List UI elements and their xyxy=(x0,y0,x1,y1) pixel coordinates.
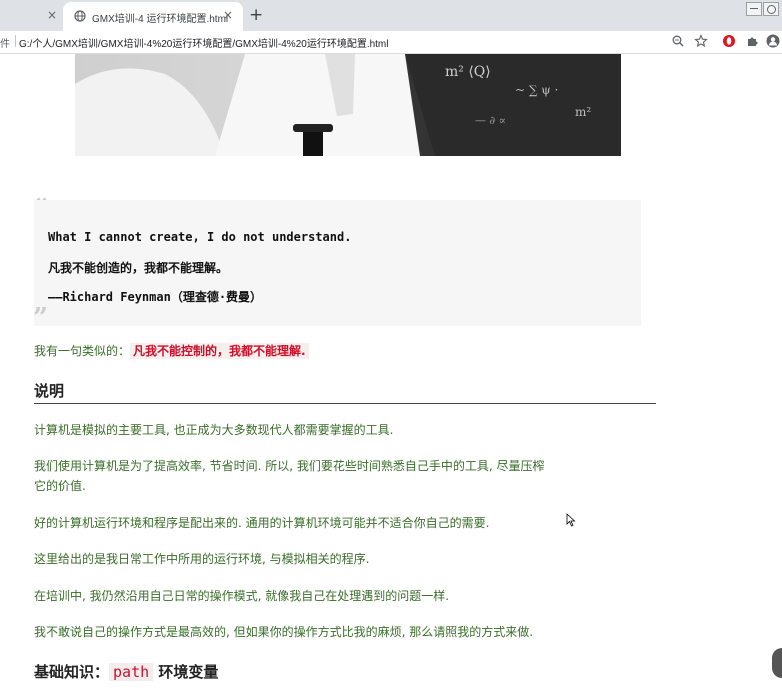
paragraph-5: 在培训中, 我仍然沿用自己日常的操作模式, 就像我自己在处理遇到的问题一样. xyxy=(34,589,450,603)
close-tab-icon[interactable]: × xyxy=(223,8,233,22)
quote-close-mark: ” xyxy=(33,303,48,333)
side-float-widget[interactable] xyxy=(772,648,782,678)
address-divider xyxy=(15,35,16,47)
feynman-photo: m² ⟨Q⟩ ~ ∑ ψ · m² — ∂ ∝ xyxy=(75,54,621,156)
globe-icon xyxy=(74,10,86,22)
section-title-suffix: 环境变量 xyxy=(153,663,219,681)
svg-text:m² ⟨Q⟩: m² ⟨Q⟩ xyxy=(445,64,491,80)
quote-block: What I cannot create, I do not understan… xyxy=(34,200,641,326)
section-divider xyxy=(34,403,656,404)
address-scheme-label: 件 xyxy=(0,39,10,50)
paragraph-4: 这里给出的是我日常工作中所用的运行环境, 与模拟相关的程序. xyxy=(34,552,370,566)
svg-text:— ∂ ∝: — ∂ ∝ xyxy=(475,114,506,127)
extensions-puzzle-icon[interactable] xyxy=(745,34,759,48)
section-title-prefix: 基础知识： xyxy=(34,663,110,681)
paragraph-6: 我不敢说自己的操作方式是最高效的, 但如果你的操作方式比我的麻烦, 那么请照我的… xyxy=(34,625,534,639)
quote-english: What I cannot create, I do not understan… xyxy=(48,230,352,244)
section-title-description: 说明 xyxy=(34,382,65,400)
intro-highlight: 凡我不能控制的，我都不能理解. xyxy=(130,343,309,359)
tab-previous[interactable]: × xyxy=(0,0,63,31)
svg-text:~ ∑ ψ ·: ~ ∑ ψ · xyxy=(515,83,558,97)
opera-extension-icon[interactable] xyxy=(722,34,736,48)
section-title-path: 基础知识： path 环境变量 xyxy=(34,661,218,682)
intro-prefix: 我有一句类似的： xyxy=(34,344,131,358)
quote-attribution: ——Richard Feynman（理查德·费曼） xyxy=(48,290,263,304)
svg-text:m²: m² xyxy=(575,105,591,119)
photo-image: m² ⟨Q⟩ ~ ∑ ψ · m² — ∂ ∝ xyxy=(75,54,621,156)
intro-paragraph: 我有一句类似的： 凡我不能控制的，我都不能理解. xyxy=(34,341,309,361)
mouse-cursor-icon xyxy=(566,513,576,527)
restore-button[interactable] xyxy=(763,2,779,16)
new-tab-button[interactable]: + xyxy=(249,5,263,25)
bookmark-star-icon[interactable] xyxy=(694,34,708,48)
tab-title: GMX培训-4 运行环境配置.html xyxy=(92,14,229,25)
tab-strip: × GMX培训-4 运行环境配置.html × + xyxy=(0,0,782,31)
url-input[interactable]: G:/个人/GMX培训/GMX培训-4%20运行环境配置/GMX培训-4%20运… xyxy=(19,35,389,50)
minimize-button[interactable] xyxy=(746,2,762,16)
paragraph-3: 好的计算机运行环境和程序是配出来的. 通用的计算机环境可能并不适合你自己的需要. xyxy=(34,516,490,530)
close-tab-icon[interactable]: × xyxy=(47,9,57,21)
paragraph-2-cont: 它的价值. xyxy=(34,479,86,493)
profile-avatar-icon[interactable] xyxy=(766,34,780,48)
path-code: path xyxy=(109,663,154,681)
tab-active[interactable]: GMX培训-4 运行环境配置.html × xyxy=(63,2,243,31)
paragraph-1: 计算机是模拟的主要工具, 也正成为大多数现代人都需要掌握的工具. xyxy=(34,423,394,437)
quote-chinese: 凡我不能创造的，我都不能理解。 xyxy=(48,261,229,275)
paragraph-2: 我们使用计算机是为了提高效率, 节省时间. 所以, 我们要花些时间熟悉自己手中的… xyxy=(34,459,545,473)
zoom-icon[interactable] xyxy=(671,34,685,48)
address-bar: 件 G:/个人/GMX培训/GMX培训-4%20运行环境配置/GMX培训-4%2… xyxy=(0,31,782,54)
